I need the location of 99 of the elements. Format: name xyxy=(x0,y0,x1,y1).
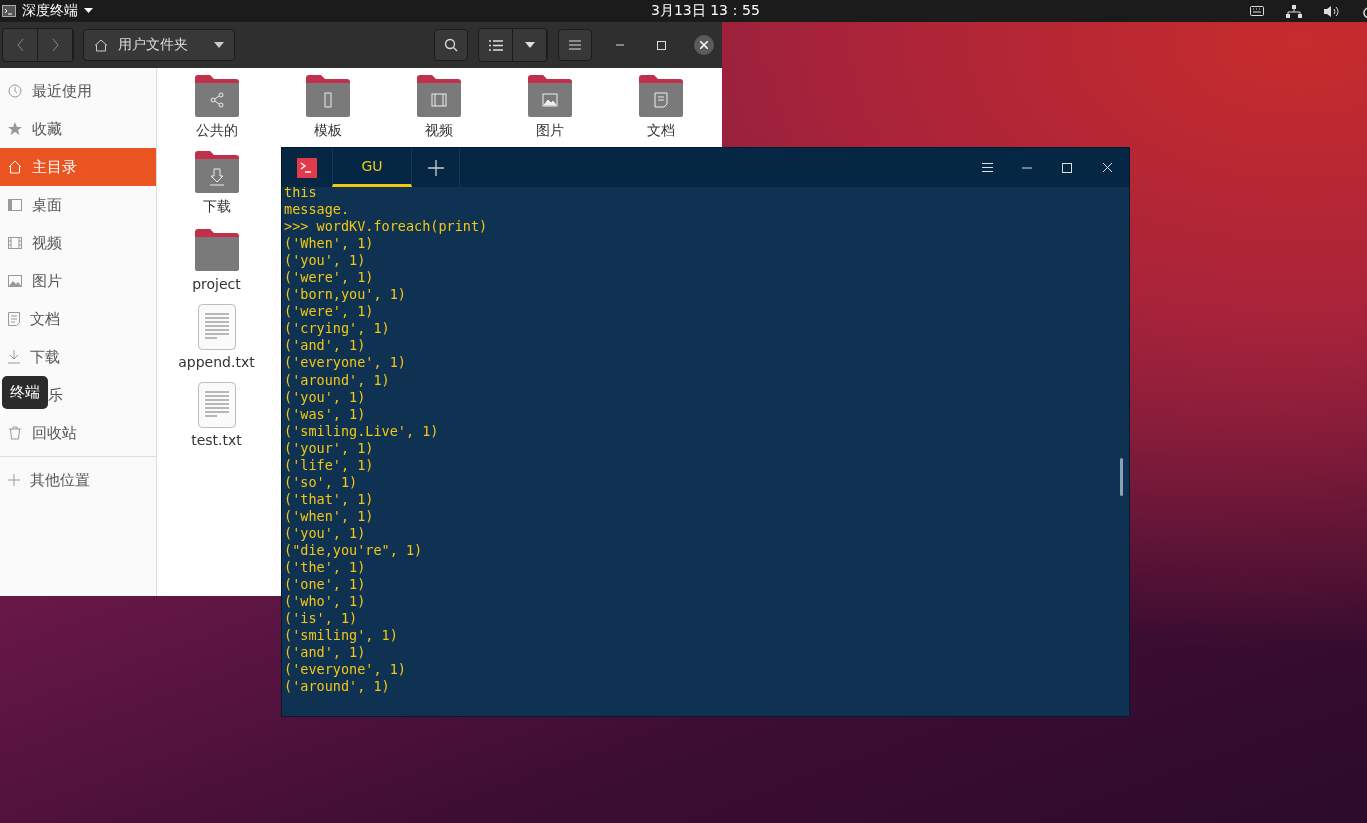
other-locations-item[interactable]: 其他位置 xyxy=(0,461,156,499)
sidebar-item[interactable]: 最近使用 xyxy=(0,72,156,110)
terminal-line: ('is', 1) xyxy=(284,610,358,628)
menu-button[interactable] xyxy=(558,29,592,61)
terminal-line: ('When', 1) xyxy=(284,235,374,253)
folder-icon xyxy=(636,74,685,118)
scrollbar[interactable] xyxy=(1120,458,1123,496)
terminal-line: ('that', 1) xyxy=(284,490,374,508)
clock-icon xyxy=(8,84,22,98)
terminal-line: ('who', 1) xyxy=(284,593,366,611)
terminal-line: ('around', 1) xyxy=(284,371,390,389)
file-name[interactable]: project xyxy=(192,276,241,292)
terminal-line: message. xyxy=(284,201,350,219)
terminal-line: ('were', 1) xyxy=(284,303,374,321)
document-icon xyxy=(197,382,236,428)
folder-icon xyxy=(192,228,241,272)
menu-icon xyxy=(981,163,993,172)
close-icon xyxy=(700,41,708,49)
folder-icon xyxy=(192,150,241,194)
file-name[interactable]: 图片 xyxy=(535,122,564,140)
file-name[interactable]: 视频 xyxy=(424,122,453,140)
minimize-icon xyxy=(616,44,624,46)
terminal-line: ('you', 1) xyxy=(284,252,366,270)
terminal-line: ('when', 1) xyxy=(284,507,374,525)
folder-icon xyxy=(192,74,241,118)
caret-icon xyxy=(214,42,224,48)
volume-icon[interactable] xyxy=(1324,4,1340,18)
document-icon xyxy=(8,312,20,326)
terminal-line: >>> wordKV.foreach(print) xyxy=(284,218,488,236)
terminal-line: ("die,you're", 1) xyxy=(284,542,423,560)
forward-icon xyxy=(51,39,59,51)
terminal-icon xyxy=(297,157,317,178)
menu-icon xyxy=(569,40,581,50)
terminal-line: this xyxy=(284,187,317,202)
folder-icon xyxy=(303,74,352,118)
tooltip: 终端 xyxy=(2,376,48,409)
film-icon xyxy=(8,237,22,249)
terminal-icon xyxy=(2,5,16,17)
maximize-icon xyxy=(1062,162,1072,173)
sidebar-item[interactable]: 视频 xyxy=(0,224,156,262)
maximize-icon xyxy=(656,40,666,50)
terminal-line: ('one', 1) xyxy=(284,576,366,594)
file-name[interactable]: 文档 xyxy=(646,122,675,140)
terminal-line: ('everyone', 1) xyxy=(284,354,406,372)
trash-icon xyxy=(8,426,22,440)
image-icon xyxy=(8,275,22,287)
terminal-line: ('you', 1) xyxy=(284,524,366,542)
clock[interactable]: 3月13日 13：55 xyxy=(651,2,760,20)
back-icon xyxy=(16,39,24,51)
terminal-line: ('your', 1) xyxy=(284,439,374,457)
keyboard-icon[interactable] xyxy=(1250,6,1264,16)
terminal-line: ('were', 1) xyxy=(284,269,374,287)
minimize-icon xyxy=(1022,166,1032,169)
plus-icon xyxy=(8,474,20,486)
caret-icon xyxy=(524,42,535,48)
terminal-line: ('smiling.Live', 1) xyxy=(284,422,439,440)
terminal-line: ('life', 1) xyxy=(284,456,374,474)
terminal-line: ('was', 1) xyxy=(284,405,366,423)
search-button[interactable] xyxy=(434,29,468,61)
terminal-line: ('born,you', 1) xyxy=(284,286,406,304)
terminal-line: ('you', 1) xyxy=(284,388,366,406)
terminal-line: ('smiling', 1) xyxy=(284,627,398,645)
sidebar-item[interactable]: 文档 xyxy=(0,300,156,338)
location-button[interactable]: 用户文件夹 xyxy=(83,29,235,61)
file-name[interactable]: 公共的 xyxy=(195,122,238,140)
desktop-icon xyxy=(8,199,22,211)
file-name[interactable]: test.txt xyxy=(191,432,242,448)
terminal-line: ('and', 1) xyxy=(284,644,366,662)
document-icon xyxy=(197,304,236,350)
folder-icon xyxy=(414,74,463,118)
terminal-line: ('so', 1) xyxy=(284,473,358,491)
file-name[interactable]: append.txt xyxy=(178,354,255,370)
file-name[interactable]: 下载 xyxy=(202,198,231,216)
download-icon xyxy=(8,350,20,364)
file-name[interactable]: 模板 xyxy=(313,122,342,140)
close-icon xyxy=(1102,163,1112,172)
caret-icon xyxy=(84,8,93,14)
terminal-line: ('crying', 1) xyxy=(284,320,390,338)
terminal-tab[interactable]: GU xyxy=(332,148,412,187)
sidebar-item[interactable]: 回收站 xyxy=(0,414,156,452)
network-icon[interactable] xyxy=(1286,4,1302,18)
plus-icon xyxy=(427,159,444,176)
search-icon xyxy=(444,38,458,52)
sidebar-item[interactable]: 桌面 xyxy=(0,186,156,224)
sidebar-item[interactable]: 收藏 xyxy=(0,110,156,148)
home-icon xyxy=(8,160,22,174)
list-icon xyxy=(488,39,503,51)
star-icon xyxy=(8,122,22,136)
close-button[interactable] xyxy=(694,35,714,55)
home-icon xyxy=(94,38,108,52)
terminal-line: ('around', 1) xyxy=(284,678,390,696)
sidebar-item[interactable]: 图片 xyxy=(0,262,156,300)
app-menu[interactable]: 深度终端 xyxy=(22,2,78,20)
sidebar-item[interactable]: 主目录 xyxy=(0,148,156,186)
sidebar-item[interactable]: 下载 xyxy=(0,338,156,376)
terminal-line: ('the', 1) xyxy=(284,559,366,577)
folder-icon xyxy=(525,74,574,118)
terminal-line: ('everyone', 1) xyxy=(284,661,406,679)
terminal-line: ('and', 1) xyxy=(284,337,366,355)
